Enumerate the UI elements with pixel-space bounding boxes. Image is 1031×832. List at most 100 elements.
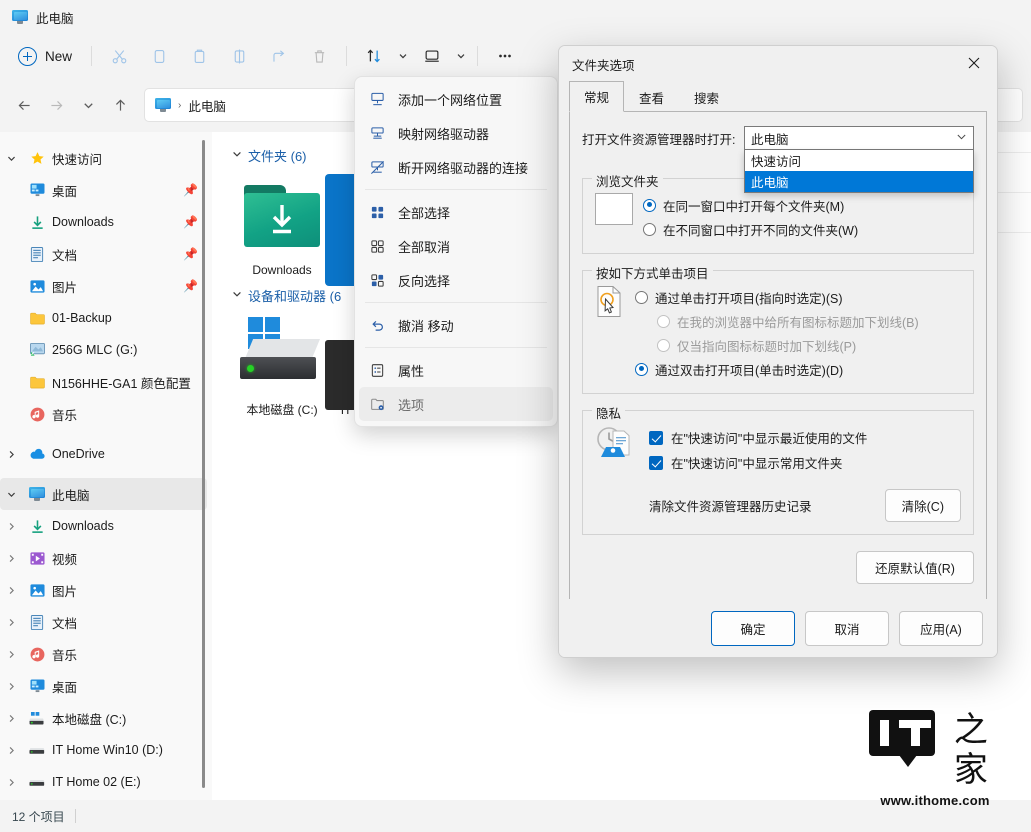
sidebar-item-this-pc[interactable]: 此电脑 [0,478,207,510]
sort-button[interactable] [354,40,412,72]
sidebar-item-quick-access[interactable]: 快速访问 [0,142,212,174]
dialog-general-panel: 打开文件资源管理器时打开: 此电脑 快速访问 此电脑 浏览文件夹 [569,112,987,620]
pin-icon[interactable]: 📌 [183,183,198,197]
menu-item-disconnect-network-drive[interactable]: 断开网络驱动器的连接 [359,150,553,184]
sidebar-item-music[interactable]: 音乐 [0,398,212,430]
sidebar-item-256g-mlc[interactable]: 256G MLC (G:) [0,334,212,366]
folder-options-dialog[interactable]: 文件夹选项 常规 查看 搜索 打开文件资源管理器时打开: 此电脑 快速访问 [558,45,998,658]
dialog-tabs[interactable]: 常规 查看 搜索 [569,84,987,112]
view-button[interactable] [412,40,470,72]
tile-downloads[interactable]: Downloads [226,171,338,278]
chevron-right-icon[interactable] [0,778,22,787]
menu-item-properties[interactable]: 属性 [359,353,553,387]
cancel-button[interactable]: 取消 [805,611,889,646]
pin-icon[interactable]: 📌 [183,215,198,229]
checkbox-label: 在"快速访问"中显示最近使用的文件 [671,428,867,447]
chevron-right-icon[interactable] [0,746,22,755]
chevron-down-icon[interactable] [0,490,22,499]
tab-general[interactable]: 常规 [569,81,624,112]
more-options-button[interactable] [485,40,525,72]
menu-item-add-network-location[interactable]: 添加一个网络位置 [359,82,553,116]
menu-divider [365,189,547,190]
radio-different-window[interactable]: 在不同窗口中打开不同的文件夹(W) [643,217,961,241]
sidebar-item-music-pc[interactable]: 音乐 [0,638,212,670]
radio-indicator [635,363,648,376]
tab-view[interactable]: 查看 [624,82,679,112]
tab-search[interactable]: 搜索 [679,82,734,112]
menu-item-invert-selection[interactable]: 反向选择 [359,263,553,297]
chevron-right-icon[interactable] [0,650,22,659]
delete-button[interactable] [299,40,339,72]
menu-item-undo-move[interactable]: 撤消 移动 [359,308,553,342]
menu-item-select-none[interactable]: 全部取消 [359,229,553,263]
sidebar-scrollbar[interactable] [198,136,208,796]
tile-local-disk-c[interactable]: 本地磁盘 (C:) [226,311,338,418]
pin-icon[interactable]: 📌 [183,247,198,261]
copy-button[interactable] [139,40,179,72]
chevron-right-icon[interactable] [0,682,22,691]
chevron-right-icon[interactable] [0,714,22,723]
chevron-down-icon[interactable] [0,154,22,163]
forward-button[interactable] [40,89,72,121]
chevron-right-icon[interactable] [0,586,22,595]
radio-same-window[interactable]: 在同一窗口中打开每个文件夹(M) [643,193,961,217]
chevron-down-icon[interactable] [956,131,967,145]
cut-button[interactable] [99,40,139,72]
documents-icon [28,245,46,263]
sidebar-item-desktop-pc[interactable]: 桌面 [0,670,212,702]
recent-locations-button[interactable] [72,89,104,121]
clear-history-button[interactable]: 清除(C) [885,489,961,522]
chevron-down-icon[interactable] [232,149,242,162]
back-button[interactable] [8,89,40,121]
open-explorer-label: 打开文件资源管理器时打开: [582,129,735,148]
checkbox-show-recent-files[interactable]: 在"快速访问"中显示最近使用的文件 [649,425,961,450]
paste-button[interactable] [179,40,219,72]
chevron-right-icon[interactable] [0,554,22,563]
menu-item-select-all[interactable]: 全部选择 [359,195,553,229]
restore-defaults-button[interactable]: 还原默认值(R) [856,551,974,584]
sidebar-item-pictures[interactable]: 图片 📌 [0,270,212,302]
sidebar-item-downloads[interactable]: Downloads 📌 [0,206,212,238]
new-button[interactable]: New [10,42,84,71]
sidebar-scrollbar-thumb[interactable] [202,140,205,788]
menu-item-map-network-drive[interactable]: 映射网络驱动器 [359,116,553,150]
checkbox-show-frequent-folders[interactable]: 在"快速访问"中显示常用文件夹 [649,450,961,475]
radio-single-click[interactable]: 通过单击打开项目(指向时选定)(S) [635,285,961,309]
overflow-context-menu[interactable]: 添加一个网络位置 映射网络驱动器 断开网络驱动器的连接 全部选择 全部取消 [354,76,558,427]
pin-icon[interactable]: 📌 [183,279,198,293]
group-legend: 按如下方式单击项目 [592,263,713,282]
sidebar-item-it-home-02-e[interactable]: IT Home 02 (E:) [0,766,212,798]
menu-item-label: 添加一个网络位置 [398,90,502,109]
sidebar-item-it-home-win10-d[interactable]: IT Home Win10 (D:) [0,734,212,766]
sidebar-item-documents[interactable]: 文档 📌 [0,238,212,270]
sidebar-item-downloads-pc[interactable]: Downloads [0,510,212,542]
sidebar-item-videos[interactable]: 视频 [0,542,212,574]
close-icon[interactable] [951,46,997,80]
open-explorer-combobox[interactable]: 此电脑 [744,126,974,150]
apply-button[interactable]: 应用(A) [899,611,983,646]
sidebar-item-desktop[interactable]: 桌面 📌 [0,174,212,206]
open-explorer-dropdown-list[interactable]: 快速访问 此电脑 [744,150,974,193]
dropdown-option-quick-access[interactable]: 快速访问 [745,150,973,171]
breadcrumb-separator: › [178,100,181,111]
menu-item-options[interactable]: 选项 [359,387,553,421]
chevron-right-icon[interactable] [0,522,22,531]
sidebar-item-01-backup[interactable]: 01-Backup [0,302,212,334]
sidebar-item-label: 此电脑 [52,485,90,504]
sidebar-item-onedrive[interactable]: OneDrive [0,438,212,470]
ok-button[interactable]: 确定 [711,611,795,646]
breadcrumb-text[interactable]: 此电脑 [188,96,226,115]
radio-double-click[interactable]: 通过双击打开项目(单击时选定)(D) [635,357,961,381]
chevron-right-icon[interactable] [0,450,22,459]
sidebar-item-pictures-pc[interactable]: 图片 [0,574,212,606]
chevron-down-icon[interactable] [232,289,242,302]
clear-history-row: 清除文件资源管理器历史记录 清除(C) [649,489,961,522]
share-button[interactable] [259,40,299,72]
chevron-right-icon[interactable] [0,618,22,627]
up-button[interactable] [104,89,136,121]
sidebar-item-local-disk-c[interactable]: 本地磁盘 (C:) [0,702,212,734]
rename-button[interactable] [219,40,259,72]
dropdown-option-this-pc[interactable]: 此电脑 [745,171,973,192]
sidebar-item-n156hhe-ga1[interactable]: N156HHE-GA1 颜色配置 [0,366,212,398]
sidebar-item-documents-pc[interactable]: 文档 [0,606,212,638]
